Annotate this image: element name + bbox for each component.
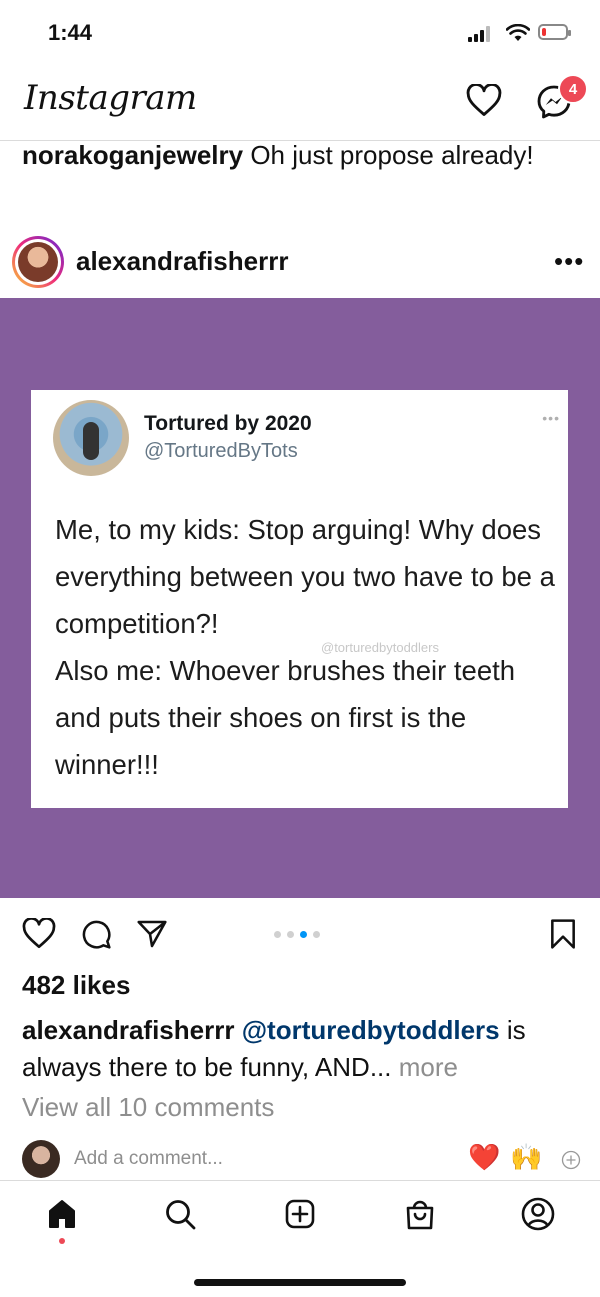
shop-icon[interactable] bbox=[400, 1194, 440, 1234]
post-caption: alexandrafisherrr @torturedbytoddlers is… bbox=[22, 1012, 582, 1086]
previous-comment: norakoganjewelry Oh just propose already… bbox=[22, 138, 582, 172]
instagram-logo[interactable]: Instagram bbox=[24, 78, 197, 118]
more-dots-icon[interactable]: ••• bbox=[554, 246, 584, 277]
messenger-badge: 4 bbox=[558, 74, 588, 104]
carousel-dot bbox=[313, 931, 320, 938]
comment-text: Oh just propose already! bbox=[250, 140, 534, 170]
tweet-avatar bbox=[53, 400, 129, 476]
create-post-icon[interactable] bbox=[280, 1194, 320, 1234]
cell-signal-icon bbox=[468, 26, 494, 42]
home-indicator-bar[interactable] bbox=[194, 1279, 406, 1286]
carousel-indicator bbox=[274, 931, 320, 938]
carousel-dot bbox=[300, 931, 307, 938]
tweet-handle: @TorturedByTots bbox=[144, 440, 298, 462]
tabbar-divider bbox=[0, 1180, 600, 1181]
profile-icon[interactable] bbox=[518, 1194, 558, 1234]
caption-more-link[interactable]: more bbox=[399, 1052, 458, 1082]
search-icon[interactable] bbox=[160, 1194, 200, 1234]
view-all-comments-link[interactable]: View all 10 comments bbox=[22, 1092, 274, 1123]
heart-icon[interactable] bbox=[466, 84, 502, 118]
caption-username[interactable]: alexandrafisherrr bbox=[22, 1015, 234, 1045]
home-icon[interactable] bbox=[42, 1194, 82, 1234]
comment-icon[interactable] bbox=[80, 918, 112, 950]
comment-username[interactable]: norakoganjewelry bbox=[22, 140, 243, 170]
battery-icon bbox=[538, 24, 571, 40]
plus-circle-icon[interactable] bbox=[561, 1150, 581, 1170]
home-notification-dot bbox=[59, 1238, 65, 1244]
caption-mention[interactable]: @torturedbytoddlers bbox=[242, 1015, 500, 1045]
add-comment-input[interactable]: Add a comment... bbox=[74, 1148, 223, 1170]
quick-reaction-heart[interactable]: ❤️ bbox=[468, 1142, 500, 1173]
post-author-avatar[interactable] bbox=[12, 236, 64, 288]
tweet-text-line1: Me, to my kids: Stop arguing! Why does e… bbox=[55, 514, 555, 639]
post-username[interactable]: alexandrafisherrr bbox=[76, 246, 288, 277]
wifi-icon bbox=[506, 24, 530, 41]
tweet-text: Me, to my kids: Stop arguing! Why does e… bbox=[55, 506, 555, 788]
like-heart-icon[interactable] bbox=[22, 918, 56, 950]
bookmark-icon[interactable] bbox=[548, 918, 578, 950]
current-user-avatar bbox=[22, 1140, 60, 1178]
share-icon[interactable] bbox=[136, 918, 168, 950]
status-time: 1:44 bbox=[48, 20, 93, 45]
post-image[interactable]: Tortured by 2020 @TorturedByTots ••• @to… bbox=[0, 298, 600, 898]
carousel-dot bbox=[274, 931, 281, 938]
tweet-text-line2: Also me: Whoever brushes their teeth and… bbox=[55, 655, 516, 780]
tweet-more-icon: ••• bbox=[542, 410, 560, 426]
quick-reaction-raised-hands[interactable]: 🙌 bbox=[510, 1142, 542, 1173]
carousel-dot bbox=[287, 931, 294, 938]
tweet-card: Tortured by 2020 @TorturedByTots ••• @to… bbox=[31, 390, 568, 808]
tweet-display-name: Tortured by 2020 bbox=[144, 412, 312, 435]
likes-count[interactable]: 482 likes bbox=[22, 970, 130, 1001]
